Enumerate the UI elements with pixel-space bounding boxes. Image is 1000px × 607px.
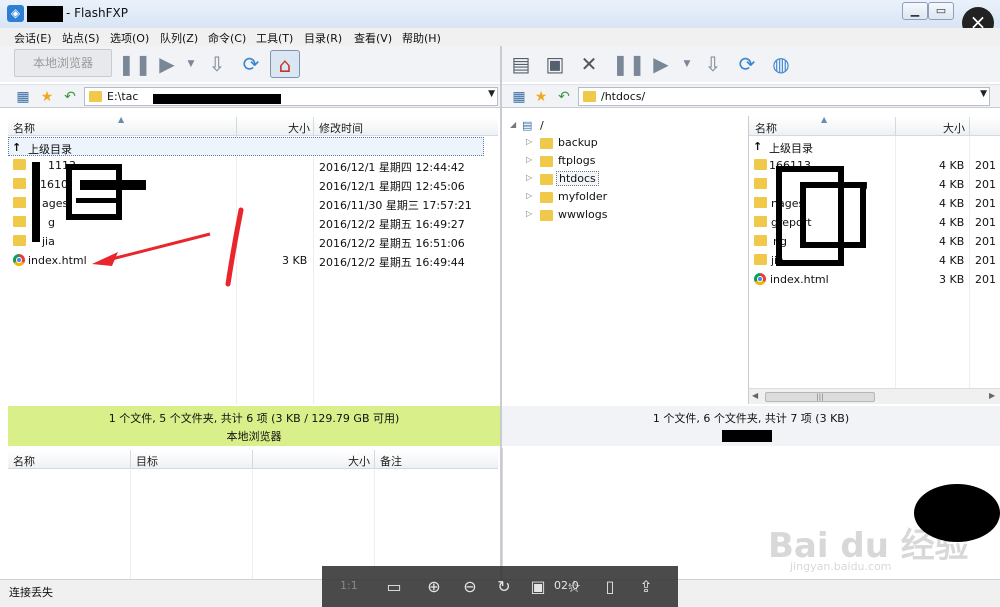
redaction-scribble [800, 182, 866, 248]
file-size: 3 KB [939, 273, 965, 286]
column-size[interactable]: 大小 [943, 120, 965, 136]
file-date-partial: 201 [975, 235, 996, 248]
file-size: 4 KB [939, 159, 965, 172]
file-date-partial: 201 [975, 178, 996, 191]
file-size: 4 KB [939, 178, 965, 191]
folder-icon [540, 156, 553, 167]
folder-icon [754, 216, 767, 227]
file-size: 4 KB [939, 235, 965, 248]
scroll-left-icon[interactable]: ◀ [752, 391, 758, 400]
connection-status-text: 连接丢失 [9, 586, 53, 599]
image-viewer-toolbar: 1:1 ▭ ⊕ ⊖ ↻ ▣ 02:0 ☆ ▯ ⇪ [322, 566, 678, 607]
redaction-scribble [914, 484, 1000, 542]
remote-folder-tree: ◢ ▤ / ▷ backup ▷ ftplogs ▷ htdocs ▷ myfo… [502, 116, 748, 404]
sort-arrow-icon: ▲ [821, 115, 828, 124]
left-status-bar: 1 个文件, 5 个文件夹, 共计 6 项 (3 KB / 129.79 GB … [8, 406, 500, 446]
right-status-text: 1 个文件, 6 个文件夹, 共计 7 项 (3 KB) [652, 412, 850, 425]
scrollbar-thumb[interactable]: ||| [765, 392, 875, 402]
watermark-url: jingyan.baidu.com [790, 560, 892, 573]
file-date-partial: 201 [975, 159, 996, 172]
fit-screen-icon[interactable]: ▭ [382, 577, 406, 596]
parent-directory-row[interactable]: ↑ 上级目录 [749, 137, 1000, 156]
annotation-arrow [99, 232, 211, 264]
folder-icon [754, 197, 767, 208]
annotation-arrowhead [92, 252, 118, 266]
parent-directory-label: 上级目录 [769, 142, 813, 155]
fullscreen-icon[interactable]: ▯ [598, 577, 622, 596]
file-name: index.html [770, 273, 829, 286]
file-size: 4 KB [939, 197, 965, 210]
file-date-partial: 201 [975, 197, 996, 210]
folder-icon [754, 235, 767, 246]
folder-icon [540, 174, 553, 185]
share-icon[interactable]: ⇪ [634, 577, 658, 596]
favorite-icon[interactable]: ☆ [562, 577, 586, 596]
rotate-icon[interactable]: ↻ [492, 577, 516, 596]
tree-root-label: / [540, 119, 544, 132]
actual-size-button[interactable]: 1:1 [340, 579, 358, 592]
html-file-icon [754, 273, 766, 285]
queue-column-note[interactable]: 备注 [380, 453, 402, 469]
right-horizontal-scrollbar[interactable]: ◀ ||| ▶ [749, 388, 1000, 404]
redacted-status-block [722, 430, 772, 442]
computer-icon: ▤ [522, 119, 533, 132]
queue-column-size[interactable]: 大小 [348, 453, 370, 469]
right-list-header: 名称 ▲ 大小 [749, 115, 1000, 136]
queue-column-target[interactable]: 目标 [136, 453, 158, 469]
folder-icon [754, 159, 767, 170]
left-status-text: 1 个文件, 5 个文件夹, 共计 6 项 (3 KB / 129.79 GB … [108, 412, 400, 425]
file-size: 4 KB [939, 254, 965, 267]
folder-icon [540, 192, 553, 203]
annotation-stroke [225, 207, 244, 287]
file-date-partial: 201 [975, 254, 996, 267]
folder-icon [540, 210, 553, 221]
queue-panel: 名称 目标 大小 备注 [8, 448, 500, 579]
left-status-sub: 本地浏览器 [226, 430, 282, 443]
scroll-right-icon[interactable]: ▶ [989, 391, 995, 400]
file-row[interactable]: index.html 3 KB 201 [749, 270, 1000, 289]
up-arrow-icon: ↑ [753, 140, 763, 153]
queue-header: 名称 目标 大小 备注 [8, 450, 498, 469]
zoom-out-icon[interactable]: ⊖ [458, 577, 482, 596]
file-date-partial: 201 [975, 273, 996, 286]
folder-icon [540, 138, 553, 149]
file-date-partial: 201 [975, 216, 996, 229]
folder-icon [754, 254, 767, 265]
right-status-bar: 1 个文件, 6 个文件夹, 共计 7 项 (3 KB) [502, 406, 1000, 446]
zoom-in-icon[interactable]: ⊕ [422, 577, 446, 596]
column-name[interactable]: 名称 [755, 120, 777, 136]
file-size: 4 KB [939, 216, 965, 229]
folder-icon [754, 178, 767, 189]
queue-column-name[interactable]: 名称 [13, 453, 35, 469]
save-icon[interactable]: ▣ [526, 577, 550, 596]
